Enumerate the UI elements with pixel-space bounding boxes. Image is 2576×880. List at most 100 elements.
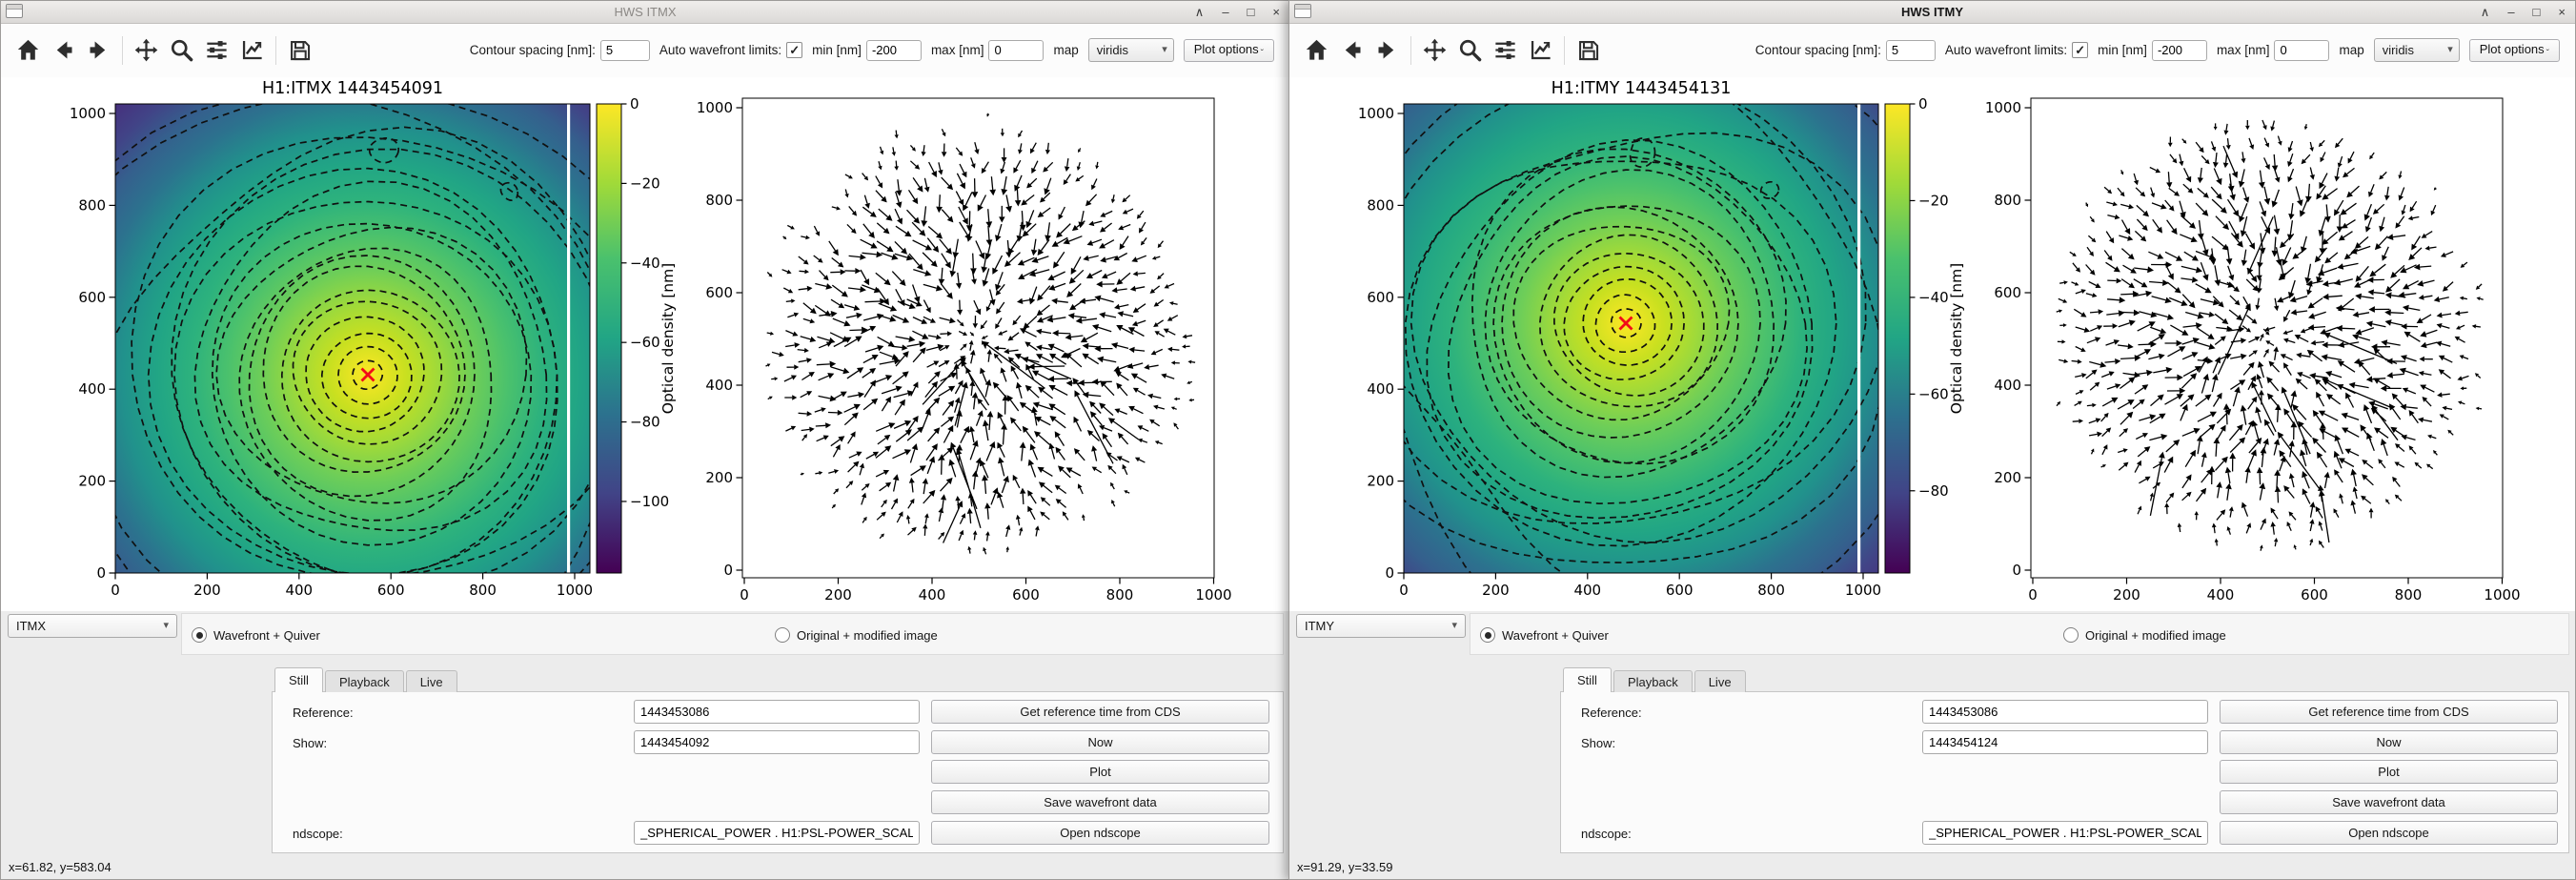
max-input[interactable] (988, 39, 1045, 61)
optic-select[interactable]: ITMY ▾ (1296, 614, 1466, 638)
edit-axes-icon[interactable] (1528, 37, 1553, 63)
contour-spacing-label: Contour spacing [nm]: (1755, 43, 1881, 57)
plot-options-button[interactable]: Plot options ˇ (2468, 38, 2560, 62)
toolbar-separator (1564, 35, 1565, 65)
max-label: max [nm] (930, 43, 984, 57)
tab-live[interactable]: Live (1694, 670, 1746, 692)
tab-still[interactable]: Still (1563, 667, 1612, 692)
maximize-button[interactable]: □ (2533, 1, 2541, 23)
forward-icon[interactable] (86, 37, 112, 63)
window-title: HWS ITMX (614, 5, 677, 19)
edit-axes-icon[interactable] (239, 37, 265, 63)
back-icon[interactable] (51, 37, 76, 63)
titlebar[interactable]: HWS ITMX ∧ – □ × (1, 1, 1289, 24)
dropdown-arrow-icon: ▾ (2447, 44, 2453, 55)
show-input[interactable] (1922, 730, 2208, 754)
optic-select[interactable]: ITMX ▾ (8, 614, 177, 638)
tab-live[interactable]: Live (405, 670, 457, 692)
back-icon[interactable] (1339, 37, 1365, 63)
svg-text:H1:ITMY 1443454131: H1:ITMY 1443454131 (1552, 79, 1732, 98)
plot-button[interactable]: Plot (931, 760, 1269, 784)
get-reference-button[interactable]: Get reference time from CDS (2220, 700, 2558, 724)
quiver-plot: 1000 800 600 400 200 00 200 400 600 800 1000 (697, 97, 1232, 604)
desktop: HWS ITMX ∧ – □ × Contour spacing [nm]: A… (0, 0, 2576, 880)
configure-subplots-icon[interactable] (204, 37, 230, 63)
contour-spacing-input[interactable] (599, 39, 650, 61)
get-reference-button[interactable]: Get reference time from CDS (931, 700, 1269, 724)
close-button[interactable]: × (2558, 1, 2566, 23)
reference-input[interactable] (1922, 700, 2208, 724)
plot-options-button[interactable]: Plot options ˇ (1183, 38, 1274, 62)
svg-text:400: 400 (705, 377, 733, 394)
save-wavefront-button[interactable]: Save wavefront data (2220, 790, 2558, 814)
forward-icon[interactable] (1374, 37, 1400, 63)
svg-text:0: 0 (1399, 582, 1409, 599)
radio-wavefront-quiver[interactable]: Wavefront + Quiver (192, 614, 320, 656)
tab-bar: Still Playback Live (1563, 667, 1748, 692)
close-button[interactable]: × (1272, 1, 1280, 23)
home-icon[interactable] (15, 37, 41, 63)
colorbar: 0 −20 −40 −60 −80 −100 Optical density [nm] (596, 95, 677, 574)
save-icon[interactable] (287, 37, 313, 63)
configure-subplots-icon[interactable] (1492, 37, 1518, 63)
colormap-select[interactable]: viridis ▾ (1087, 38, 1174, 62)
svg-text:800: 800 (1994, 192, 2021, 209)
svg-text:−40: −40 (1918, 289, 1949, 306)
minimize-button[interactable]: – (1222, 1, 1228, 23)
contour-spacing-input[interactable] (1885, 39, 1936, 61)
display-mode-panel: Wavefront + Quiver Original + modified i… (181, 613, 1284, 655)
now-button[interactable]: Now (931, 730, 1269, 754)
save-wavefront-button[interactable]: Save wavefront data (931, 790, 1269, 814)
show-input[interactable] (634, 730, 920, 754)
radio-original-modified[interactable]: Original + modified image (2063, 614, 2226, 656)
save-icon[interactable] (1575, 37, 1601, 63)
titlebar[interactable]: HWS ITMY ∧ – □ × (1289, 1, 2575, 24)
zoom-icon[interactable] (1457, 37, 1483, 63)
maximize-button[interactable]: □ (1247, 1, 1255, 23)
shade-button[interactable]: ∧ (2481, 1, 2490, 23)
cursor-position: x=61.82, y=583.04 (9, 860, 112, 874)
tab-playback[interactable]: Playback (1613, 670, 1693, 692)
figure-canvas[interactable]: H1:ITMX 1443454091100080060040020000 200 4… (1, 77, 1288, 613)
plot-toolbar: Contour spacing [nm]: Auto wavefront lim… (1289, 24, 2575, 76)
auto-limits-label: Auto wavefront limits: (659, 43, 782, 57)
open-ndscope-button[interactable]: Open ndscope (2220, 821, 2558, 845)
svg-text:600: 600 (1666, 582, 1694, 599)
ndscope-input[interactable] (634, 821, 920, 845)
ndscope-label: ndscope: (293, 827, 343, 841)
svg-text:1000: 1000 (70, 105, 106, 122)
shade-button[interactable]: ∧ (1195, 1, 1205, 23)
radio-wavefront-quiver[interactable]: Wavefront + Quiver (1480, 614, 1609, 656)
open-ndscope-button[interactable]: Open ndscope (931, 821, 1269, 845)
max-input[interactable] (2274, 39, 2330, 61)
svg-text:400: 400 (919, 586, 946, 604)
pan-icon[interactable] (1422, 37, 1448, 63)
reference-input[interactable] (634, 700, 920, 724)
tab-playback[interactable]: Playback (324, 670, 404, 692)
min-input[interactable] (865, 39, 922, 61)
ndscope-input[interactable] (1922, 821, 2208, 845)
svg-text:1000: 1000 (557, 582, 593, 599)
min-input[interactable] (2151, 39, 2207, 61)
svg-text:−100: −100 (630, 493, 669, 510)
plot-button[interactable]: Plot (2220, 760, 2558, 784)
pan-icon[interactable] (133, 37, 159, 63)
radio-original-modified[interactable]: Original + modified image (775, 614, 938, 656)
minimize-button[interactable]: – (2507, 1, 2514, 23)
figure-canvas[interactable]: H1:ITMY 1443454131100080060040020000 200 4… (1289, 77, 2576, 613)
svg-text:400: 400 (2207, 586, 2235, 604)
radio-icon (2063, 627, 2079, 643)
wavefront-contour-plot: H1:ITMX 1443454091 1000 800 600 400 200 00 200 4… (70, 79, 593, 599)
svg-text:600: 600 (1367, 289, 1394, 306)
now-button[interactable]: Now (2220, 730, 2558, 754)
svg-text:−60: −60 (1918, 385, 1949, 402)
contour-spacing-label: Contour spacing [nm]: (469, 43, 596, 57)
tab-still[interactable]: Still (274, 667, 323, 692)
svg-text:800: 800 (705, 192, 733, 209)
auto-limits-checkbox[interactable]: ✓ (786, 42, 803, 58)
home-icon[interactable] (1304, 37, 1329, 63)
svg-text:200: 200 (1367, 473, 1394, 490)
auto-limits-checkbox[interactable]: ✓ (2072, 42, 2089, 58)
zoom-icon[interactable] (169, 37, 194, 63)
colormap-select[interactable]: viridis ▾ (2373, 38, 2460, 62)
